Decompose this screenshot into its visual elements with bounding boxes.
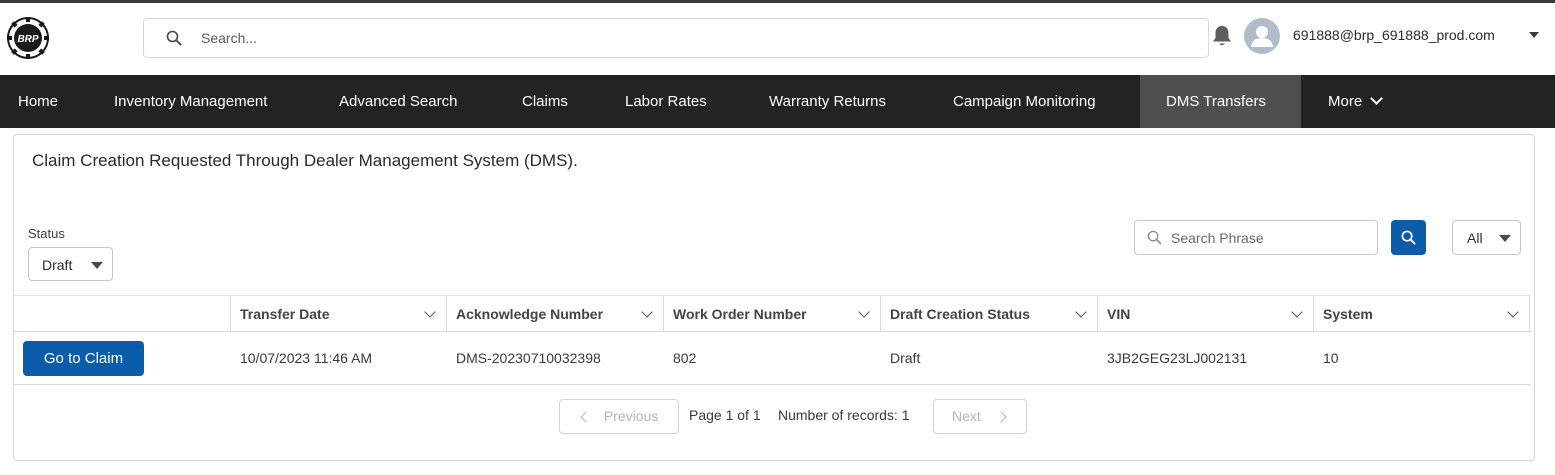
search-icon <box>166 30 182 46</box>
column-header-acknowledge-number[interactable]: Acknowledge Number <box>446 296 663 332</box>
status-label: Status <box>28 226 65 241</box>
nav-item-campaign-monitoring[interactable]: Campaign Monitoring <box>935 75 1114 128</box>
caret-down-icon <box>1499 235 1511 242</box>
nav-item-claims[interactable]: Claims <box>504 75 586 128</box>
column-header-transfer-date[interactable]: Transfer Date <box>230 296 446 332</box>
records-info: Number of records: 1 <box>778 407 910 423</box>
chevron-right-icon <box>995 411 1007 423</box>
dms-transfers-card: Claim Creation Requested Through Dealer … <box>13 134 1535 461</box>
user-avatar[interactable] <box>1244 18 1280 54</box>
column-header-work-order-number[interactable]: Work Order Number <box>663 296 880 332</box>
nav-item-labor-rates[interactable]: Labor Rates <box>607 75 725 128</box>
search-phrase-input[interactable]: Search Phrase <box>1134 220 1378 255</box>
search-icon <box>1147 230 1162 245</box>
chevron-left-icon <box>580 411 592 423</box>
user-icon <box>1251 26 1273 47</box>
go-to-claim-button[interactable]: Go to Claim <box>23 341 144 376</box>
cell-work-order-number: 802 <box>673 350 697 366</box>
caret-down-icon <box>91 262 103 269</box>
chevron-down-icon[interactable] <box>1507 306 1519 318</box>
notification-bell-icon[interactable] <box>1211 24 1233 48</box>
search-icon <box>1401 230 1416 245</box>
nav-item-warranty-returns[interactable]: Warranty Returns <box>751 75 904 128</box>
previous-button[interactable]: Previous <box>559 399 679 434</box>
logo-text: BRP <box>17 34 38 45</box>
cell-vin: 3JB2GEG23LJ002131 <box>1107 350 1248 366</box>
chevron-down-icon[interactable] <box>1291 306 1303 318</box>
column-header-draft-creation-status[interactable]: Draft Creation Status <box>880 296 1097 332</box>
global-header: BRP Search... 691888@brp_691888_prod.com <box>0 3 1555 75</box>
column-header-system[interactable]: System <box>1313 296 1529 332</box>
global-search-placeholder: Search... <box>201 30 258 46</box>
brp-logo[interactable]: BRP <box>6 16 50 60</box>
search-button[interactable] <box>1391 220 1426 255</box>
user-menu-caret-icon[interactable] <box>1529 32 1539 38</box>
search-phrase-placeholder: Search Phrase <box>1171 230 1264 246</box>
chevron-down-icon[interactable] <box>641 306 653 318</box>
status-select[interactable]: Draft <box>28 247 113 281</box>
page-title: Claim Creation Requested Through Dealer … <box>32 151 578 170</box>
table-row: Go to Claim 10/07/2023 11:46 AM DMS-2023… <box>14 332 1531 385</box>
nav-item-inventory-management[interactable]: Inventory Management <box>96 75 285 128</box>
chevron-down-icon[interactable] <box>424 306 436 318</box>
user-email[interactable]: 691888@brp_691888_prod.com <box>1293 27 1495 43</box>
table-header: Transfer Date Acknowledge Number Work Or… <box>14 295 1531 332</box>
chevron-down-icon[interactable] <box>858 306 870 318</box>
nav-item-more[interactable]: More <box>1310 75 1399 128</box>
nav-item-advanced-search[interactable]: Advanced Search <box>321 75 475 128</box>
nav-item-dms-transfers[interactable]: DMS Transfers <box>1140 75 1301 128</box>
cell-draft-creation-status: Draft <box>890 350 921 366</box>
filter-select[interactable]: All <box>1452 220 1521 255</box>
next-button[interactable]: Next <box>933 399 1027 434</box>
nav-item-home[interactable]: Home <box>0 75 76 128</box>
chevron-down-icon <box>1370 92 1384 105</box>
cell-transfer-date: 10/07/2023 11:46 AM <box>240 350 373 366</box>
filter-select-value: All <box>1467 230 1483 246</box>
main-navigation: Home Inventory Management Advanced Searc… <box>0 75 1555 128</box>
status-select-value: Draft <box>42 257 73 273</box>
cell-system: 10 <box>1323 350 1339 366</box>
cell-acknowledge-number: DMS-20230710032398 <box>456 350 601 366</box>
global-search-input[interactable]: Search... <box>143 18 1209 58</box>
chevron-down-icon[interactable] <box>1075 306 1087 318</box>
page-info: Page 1 of 1 <box>689 407 761 423</box>
column-header-vin[interactable]: VIN <box>1097 296 1313 332</box>
column-divider <box>1529 296 1530 332</box>
